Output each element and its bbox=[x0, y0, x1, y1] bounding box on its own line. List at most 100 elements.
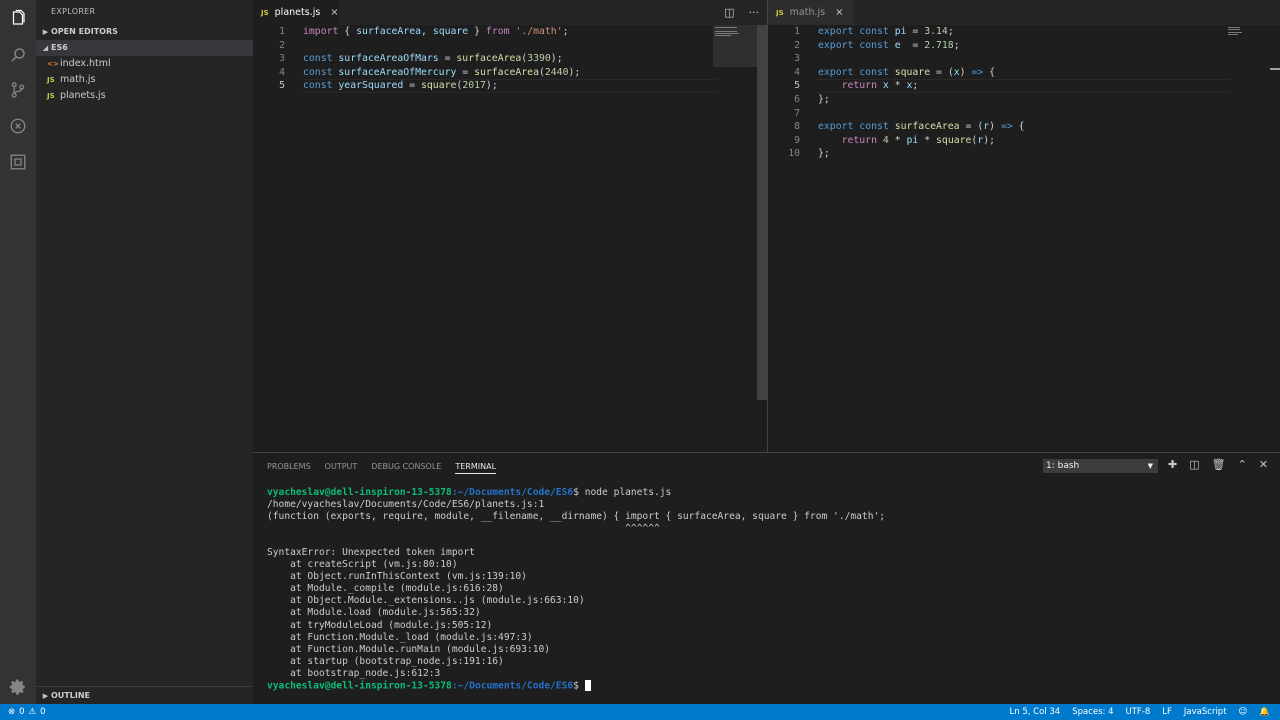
chevron-right-icon: ▶ bbox=[42, 28, 49, 36]
code-line: 8 export const surfaceArea = (r) => { bbox=[768, 120, 1280, 134]
settings-gear-icon[interactable] bbox=[0, 672, 36, 702]
vertical-scrollbar[interactable] bbox=[757, 25, 767, 400]
js-file-icon: JS bbox=[47, 76, 55, 84]
line-number: 5 bbox=[279, 80, 285, 92]
line-number: 10 bbox=[788, 148, 800, 160]
file-planets-js[interactable]: JS planets.js bbox=[36, 88, 253, 104]
explorer-icon[interactable] bbox=[0, 3, 36, 33]
error-icon: ⊗ bbox=[8, 707, 16, 717]
line-number: 4 bbox=[279, 66, 285, 78]
terminal-output[interactable]: vyacheslav@dell-inspiron-13-5378:~/Docum… bbox=[267, 487, 885, 692]
tab-math-js[interactable]: JS math.js × bbox=[768, 0, 854, 25]
close-icon[interactable]: × bbox=[835, 7, 843, 18]
cursor-position[interactable]: Ln 5, Col 34 bbox=[1010, 707, 1061, 717]
smiley-feedback-icon[interactable]: ☺ bbox=[1239, 707, 1248, 717]
overview-ruler-marker bbox=[1270, 68, 1280, 70]
code-line: 6}; bbox=[768, 93, 1280, 107]
line-number: 3 bbox=[279, 53, 285, 65]
minimap[interactable] bbox=[1226, 25, 1270, 67]
code-line: 10}; bbox=[768, 147, 1280, 161]
line-text: import { surfaceArea, square } from './m… bbox=[303, 26, 569, 37]
extensions-icon[interactable] bbox=[0, 147, 36, 177]
line-number: 2 bbox=[794, 39, 800, 51]
editor-tabbar: JS math.js × bbox=[768, 0, 1280, 25]
warning-count: 0 bbox=[40, 707, 46, 717]
encoding[interactable]: UTF-8 bbox=[1126, 707, 1151, 717]
terminal-prompt-line: vyacheslav@dell-inspiron-13-5378:~/Docum… bbox=[267, 679, 885, 692]
split-editor-icon[interactable]: ◫ bbox=[724, 6, 734, 19]
line-number: 7 bbox=[794, 107, 800, 119]
split-terminal-icon[interactable]: ◫ bbox=[1189, 458, 1199, 471]
code-line: 3 const surfaceAreaOfMars = surfaceArea(3… bbox=[253, 52, 767, 66]
dropdown-arrow-icon: ▼ bbox=[1147, 462, 1153, 470]
js-file-icon: JS bbox=[776, 8, 784, 17]
maximize-panel-icon[interactable]: ⌃ bbox=[1238, 458, 1247, 471]
tab-planets-js[interactable]: JS planets.js × bbox=[253, 0, 339, 25]
terminal-line: at startup (bootstrap_node.js:191:16) bbox=[267, 655, 504, 667]
line-text: const surfaceAreaOfMercury = surfaceArea… bbox=[303, 66, 581, 78]
terminal-select-value: 1: bash bbox=[1046, 461, 1080, 471]
tab-terminal[interactable]: TERMINAL bbox=[455, 462, 497, 474]
code-line: 3 bbox=[768, 52, 1280, 66]
chevron-right-icon: ▶ bbox=[42, 691, 49, 700]
code-area[interactable]: 1 import { surfaceArea, square } from './… bbox=[253, 25, 767, 93]
language-mode[interactable]: JavaScript bbox=[1184, 707, 1227, 717]
terminal-line: ^^^^^^ bbox=[267, 523, 660, 535]
line-text: export const surfaceArea = (r) => { bbox=[818, 121, 1025, 133]
terminal-line: at createScript (vm.js:80:10) bbox=[267, 559, 458, 571]
tab-debug-console[interactable]: DEBUG CONSOLE bbox=[371, 462, 441, 471]
open-editors-section[interactable]: ▶ OPEN EDITORS bbox=[36, 24, 253, 40]
tab-problems[interactable]: PROBLEMS bbox=[267, 462, 311, 471]
line-text: const yearSquared = square(2017); bbox=[303, 80, 498, 92]
file-label: index.html bbox=[60, 58, 111, 69]
file-index-html[interactable]: <> index.html bbox=[36, 56, 253, 72]
terminal-line: SyntaxError: Unexpected token import bbox=[267, 547, 475, 559]
source-control-icon[interactable] bbox=[0, 75, 36, 105]
status-problems[interactable]: ⊗ 0 ⚠ 0 bbox=[8, 707, 46, 717]
warning-icon: ⚠ bbox=[28, 707, 37, 717]
code-line: 1 export const pi = 3.14; bbox=[768, 25, 1280, 39]
line-ending[interactable]: LF bbox=[1162, 707, 1172, 717]
activity-bar bbox=[0, 0, 36, 704]
tab-output[interactable]: OUTPUT bbox=[325, 462, 358, 471]
editor-planets: JS planets.js × ◫ ··· 1 import { surfaceA… bbox=[253, 0, 767, 452]
tab-label: math.js bbox=[789, 7, 826, 18]
debug-icon[interactable] bbox=[0, 111, 36, 141]
search-icon[interactable] bbox=[0, 40, 36, 70]
sidebar-title: EXPLORER bbox=[51, 7, 96, 16]
terminal-line: /home/vyacheslav/Documents/Code/ES6/plan… bbox=[267, 499, 545, 511]
code-line: 4 export const square = (x) => { bbox=[768, 66, 1280, 80]
code-line: 9 return 4 * pi * square(r); bbox=[768, 134, 1280, 148]
code-area[interactable]: 1 export const pi = 3.14; 2 export const e … bbox=[768, 25, 1280, 161]
indentation[interactable]: Spaces: 4 bbox=[1072, 707, 1113, 717]
line-number: 4 bbox=[794, 66, 800, 78]
code-line: 2 export const e = 2.718; bbox=[768, 39, 1280, 53]
terminal-line: at Function.Module._load (module.js:497:… bbox=[267, 631, 533, 643]
js-file-icon: JS bbox=[47, 92, 55, 100]
terminal-line: at Module.load (module.js:565:32) bbox=[267, 607, 481, 619]
line-text: export const square = (x) => { bbox=[818, 66, 996, 78]
open-editors-label: OPEN EDITORS bbox=[51, 27, 118, 36]
line-number: 3 bbox=[794, 53, 800, 65]
js-file-icon: JS bbox=[261, 8, 269, 17]
terminal-line: at bootstrap_node.js:612:3 bbox=[267, 667, 441, 679]
outline-section[interactable]: ▶ OUTLINE bbox=[36, 686, 253, 704]
trash-icon[interactable]: 🗑 bbox=[1212, 458, 1226, 471]
bottom-panel: PROBLEMS OUTPUT DEBUG CONSOLE TERMINAL 1… bbox=[253, 452, 1280, 704]
html-file-icon: <> bbox=[47, 60, 59, 68]
bell-icon[interactable]: 🔔 bbox=[1259, 707, 1270, 717]
close-panel-icon[interactable]: ✕ bbox=[1259, 458, 1268, 471]
line-text: const surfaceAreaOfMars = surfaceArea(33… bbox=[303, 53, 563, 65]
code-line: 2 bbox=[253, 39, 767, 53]
folder-es6[interactable]: ◢ ES6 bbox=[36, 40, 253, 56]
line-text: return x * x; bbox=[841, 80, 919, 92]
line-text: }; bbox=[818, 148, 830, 160]
file-math-js[interactable]: JS math.js bbox=[36, 72, 253, 88]
close-icon[interactable]: × bbox=[330, 7, 338, 18]
more-actions-icon[interactable]: ··· bbox=[749, 6, 760, 19]
new-terminal-icon[interactable]: ✚ bbox=[1168, 458, 1177, 471]
terminal-select[interactable]: 1: bash ▼ bbox=[1043, 459, 1158, 473]
minimap[interactable] bbox=[713, 25, 757, 67]
terminal-line: at Object.Module._extensions..js (module… bbox=[267, 595, 585, 607]
line-number: 8 bbox=[794, 121, 800, 133]
